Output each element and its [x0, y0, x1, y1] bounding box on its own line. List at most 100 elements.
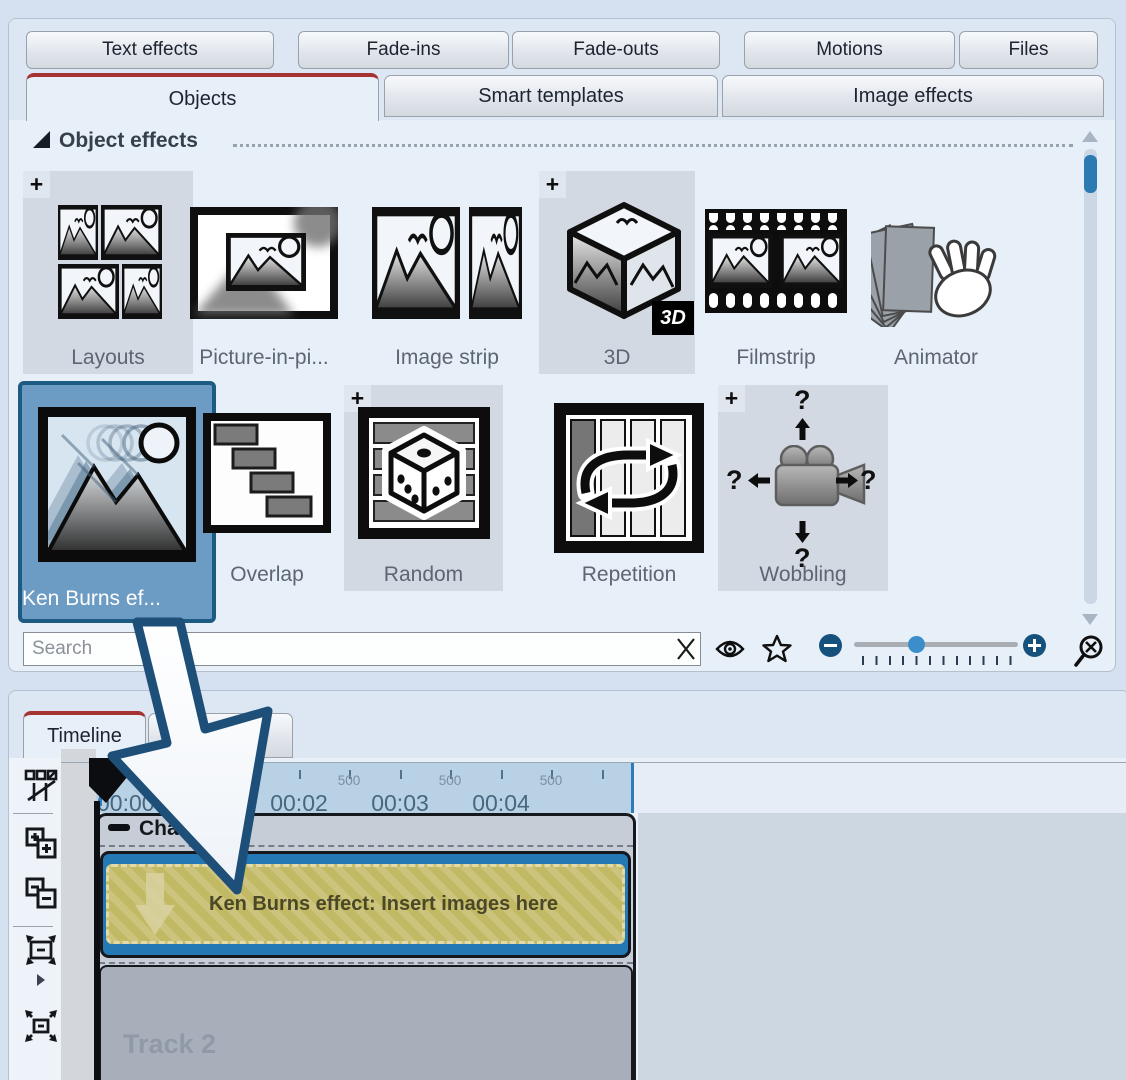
slider-ticks: [862, 656, 1012, 665]
tab-fade-ins[interactable]: Fade-ins: [298, 31, 509, 69]
zoom-out-button[interactable]: [819, 634, 842, 657]
effect-tile-repetition[interactable]: Repetition: [554, 385, 704, 591]
tab-label: Timeline: [47, 725, 122, 748]
ruler-minor-label: 500: [439, 773, 462, 788]
repetition-icon: [554, 403, 704, 553]
effect-tile-filmstrip[interactable]: Filmstrip: [701, 171, 851, 374]
ruler-tick: [299, 770, 301, 779]
tile-label: Overlap: [192, 563, 342, 587]
tab-storyboard-hidden[interactable]: [148, 713, 293, 758]
minus-glyph: [824, 644, 837, 647]
tile-label: Image strip: [372, 346, 522, 370]
ruler-minor-label: 500: [136, 773, 159, 788]
tab-objects[interactable]: Objects: [26, 73, 379, 121]
filmstrip-icon: [705, 207, 847, 317]
effect-tile-3d[interactable]: + 3D 3D: [539, 171, 695, 374]
zoom-reset-icon[interactable]: [1073, 634, 1105, 668]
scrollbar-thumb[interactable]: [1084, 155, 1097, 193]
tile-label: Repetition: [554, 563, 704, 587]
ruler-minor-label: 500: [338, 773, 361, 788]
eye-icon[interactable]: [715, 638, 745, 660]
thumbnail-size-slider-thumb[interactable]: [908, 636, 925, 653]
drop-down-arrow-icon: [135, 873, 175, 935]
tab-image-effects[interactable]: Image effects: [722, 75, 1104, 117]
plus-badge-icon[interactable]: +: [718, 385, 745, 412]
zoom-in-button[interactable]: [1023, 634, 1046, 657]
tile-label: Animator: [861, 346, 1011, 370]
scrollbar-track[interactable]: [1084, 149, 1097, 604]
tile-label: Ken Burns ef...: [22, 587, 212, 611]
section-title: Object effects: [59, 129, 198, 153]
ruler-minor-label: 500: [237, 773, 260, 788]
tab-label: Motions: [816, 39, 883, 61]
ruler-tick: [400, 770, 402, 779]
tab-fade-outs[interactable]: Fade-outs: [512, 31, 720, 69]
effect-tile-wobbling[interactable]: + ? ? ? ? Wobbling: [718, 385, 888, 591]
scrollbar-up-icon[interactable]: [1082, 131, 1098, 142]
ken-burns-clip[interactable]: Ken Burns effect: Insert images here: [100, 851, 631, 958]
tab-files[interactable]: Files: [959, 31, 1098, 69]
clear-search-icon[interactable]: [673, 636, 699, 662]
effect-tile-picture-in-picture[interactable]: Picture-in-pi...: [189, 171, 339, 374]
favorites-star-icon[interactable]: [762, 634, 792, 664]
ruler-empty-area: [633, 763, 1126, 813]
search-input[interactable]: [23, 632, 701, 666]
arrow-down-icon: [795, 521, 810, 543]
thumbnail-size-slider-track[interactable]: [854, 642, 1018, 647]
toolbar-separator: [13, 926, 53, 927]
track-group-chapter: Cha Ken Burns effect: Insert images here…: [96, 813, 636, 1080]
arrow-up-icon: [795, 418, 810, 440]
playhead-handle[interactable]: [89, 758, 129, 804]
effect-tile-random[interactable]: +: [344, 385, 503, 591]
toolbar-separator: [13, 813, 53, 814]
timeline-panel: Timeline: [8, 690, 1126, 1080]
effect-tile-overlap[interactable]: Overlap: [192, 385, 342, 591]
collapse-triangle-icon[interactable]: [33, 131, 50, 148]
overlap-icon: [203, 413, 331, 533]
tile-label: Filmstrip: [701, 346, 851, 370]
flyout-arrow-icon[interactable]: [37, 974, 45, 986]
effect-tile-animator[interactable]: Animator: [861, 171, 1011, 374]
plus-glyph-v: [1033, 639, 1036, 652]
playhead-line[interactable]: [94, 801, 100, 1080]
tab-text-effects[interactable]: Text effects: [26, 31, 274, 69]
scrollbar-down-icon[interactable]: [1082, 614, 1098, 625]
time-ruler[interactable]: 00:00 00:01 00:02 00:03 00:04 500 500 50…: [96, 763, 633, 813]
drop-zone[interactable]: Ken Burns effect: Insert images here: [106, 864, 625, 944]
drop-zone-text: Ken Burns effect: Insert images here: [175, 893, 622, 916]
layouts-icon: [58, 203, 162, 323]
expand-all-tracks-icon[interactable]: [24, 826, 58, 860]
tab-label: Text effects: [102, 39, 198, 61]
track-2-label: Track 2: [123, 1029, 216, 1060]
question-glyph: ?: [860, 465, 877, 496]
question-glyph: ?: [794, 385, 811, 416]
tile-label: Wobbling: [718, 563, 888, 587]
arrow-right-icon: [836, 473, 858, 488]
track-divider: [99, 962, 633, 964]
tab-smart-templates[interactable]: Smart templates: [384, 75, 718, 117]
collapse-all-tracks-icon[interactable]: [24, 876, 58, 910]
effect-tile-ken-burns-selected[interactable]: Ken Burns ef...: [18, 381, 216, 623]
effect-tile-image-strip[interactable]: Image strip: [372, 171, 522, 374]
ken-burns-icon: [38, 407, 196, 562]
expand-view-icon[interactable]: [24, 1009, 58, 1043]
effect-tile-layouts[interactable]: + Layouts: [23, 171, 193, 374]
shrink-view-icon[interactable]: [24, 933, 58, 967]
ruler-tick: [602, 770, 604, 779]
plus-badge-icon[interactable]: +: [23, 171, 50, 198]
ruler-end-marker: [631, 763, 634, 813]
chapter-collapse-button[interactable]: [108, 824, 130, 831]
tile-label: Picture-in-pi...: [189, 346, 339, 370]
tile-label: Random: [344, 563, 503, 587]
track-2[interactable]: Track 2: [99, 965, 633, 1080]
3d-badge: 3D: [652, 301, 694, 335]
effects-panel: Text effects Fade-ins Fade-outs Motions …: [8, 18, 1116, 672]
plus-badge-icon[interactable]: +: [539, 171, 566, 198]
keyframe-tracks-icon[interactable]: [24, 769, 58, 803]
tab-motions[interactable]: Motions: [744, 31, 955, 69]
ruler-tick: [501, 770, 503, 779]
track-divider: [99, 845, 633, 847]
ruler-minor-label: 500: [540, 773, 563, 788]
animator-icon: [871, 201, 1001, 327]
random-dice-icon: [358, 407, 490, 539]
